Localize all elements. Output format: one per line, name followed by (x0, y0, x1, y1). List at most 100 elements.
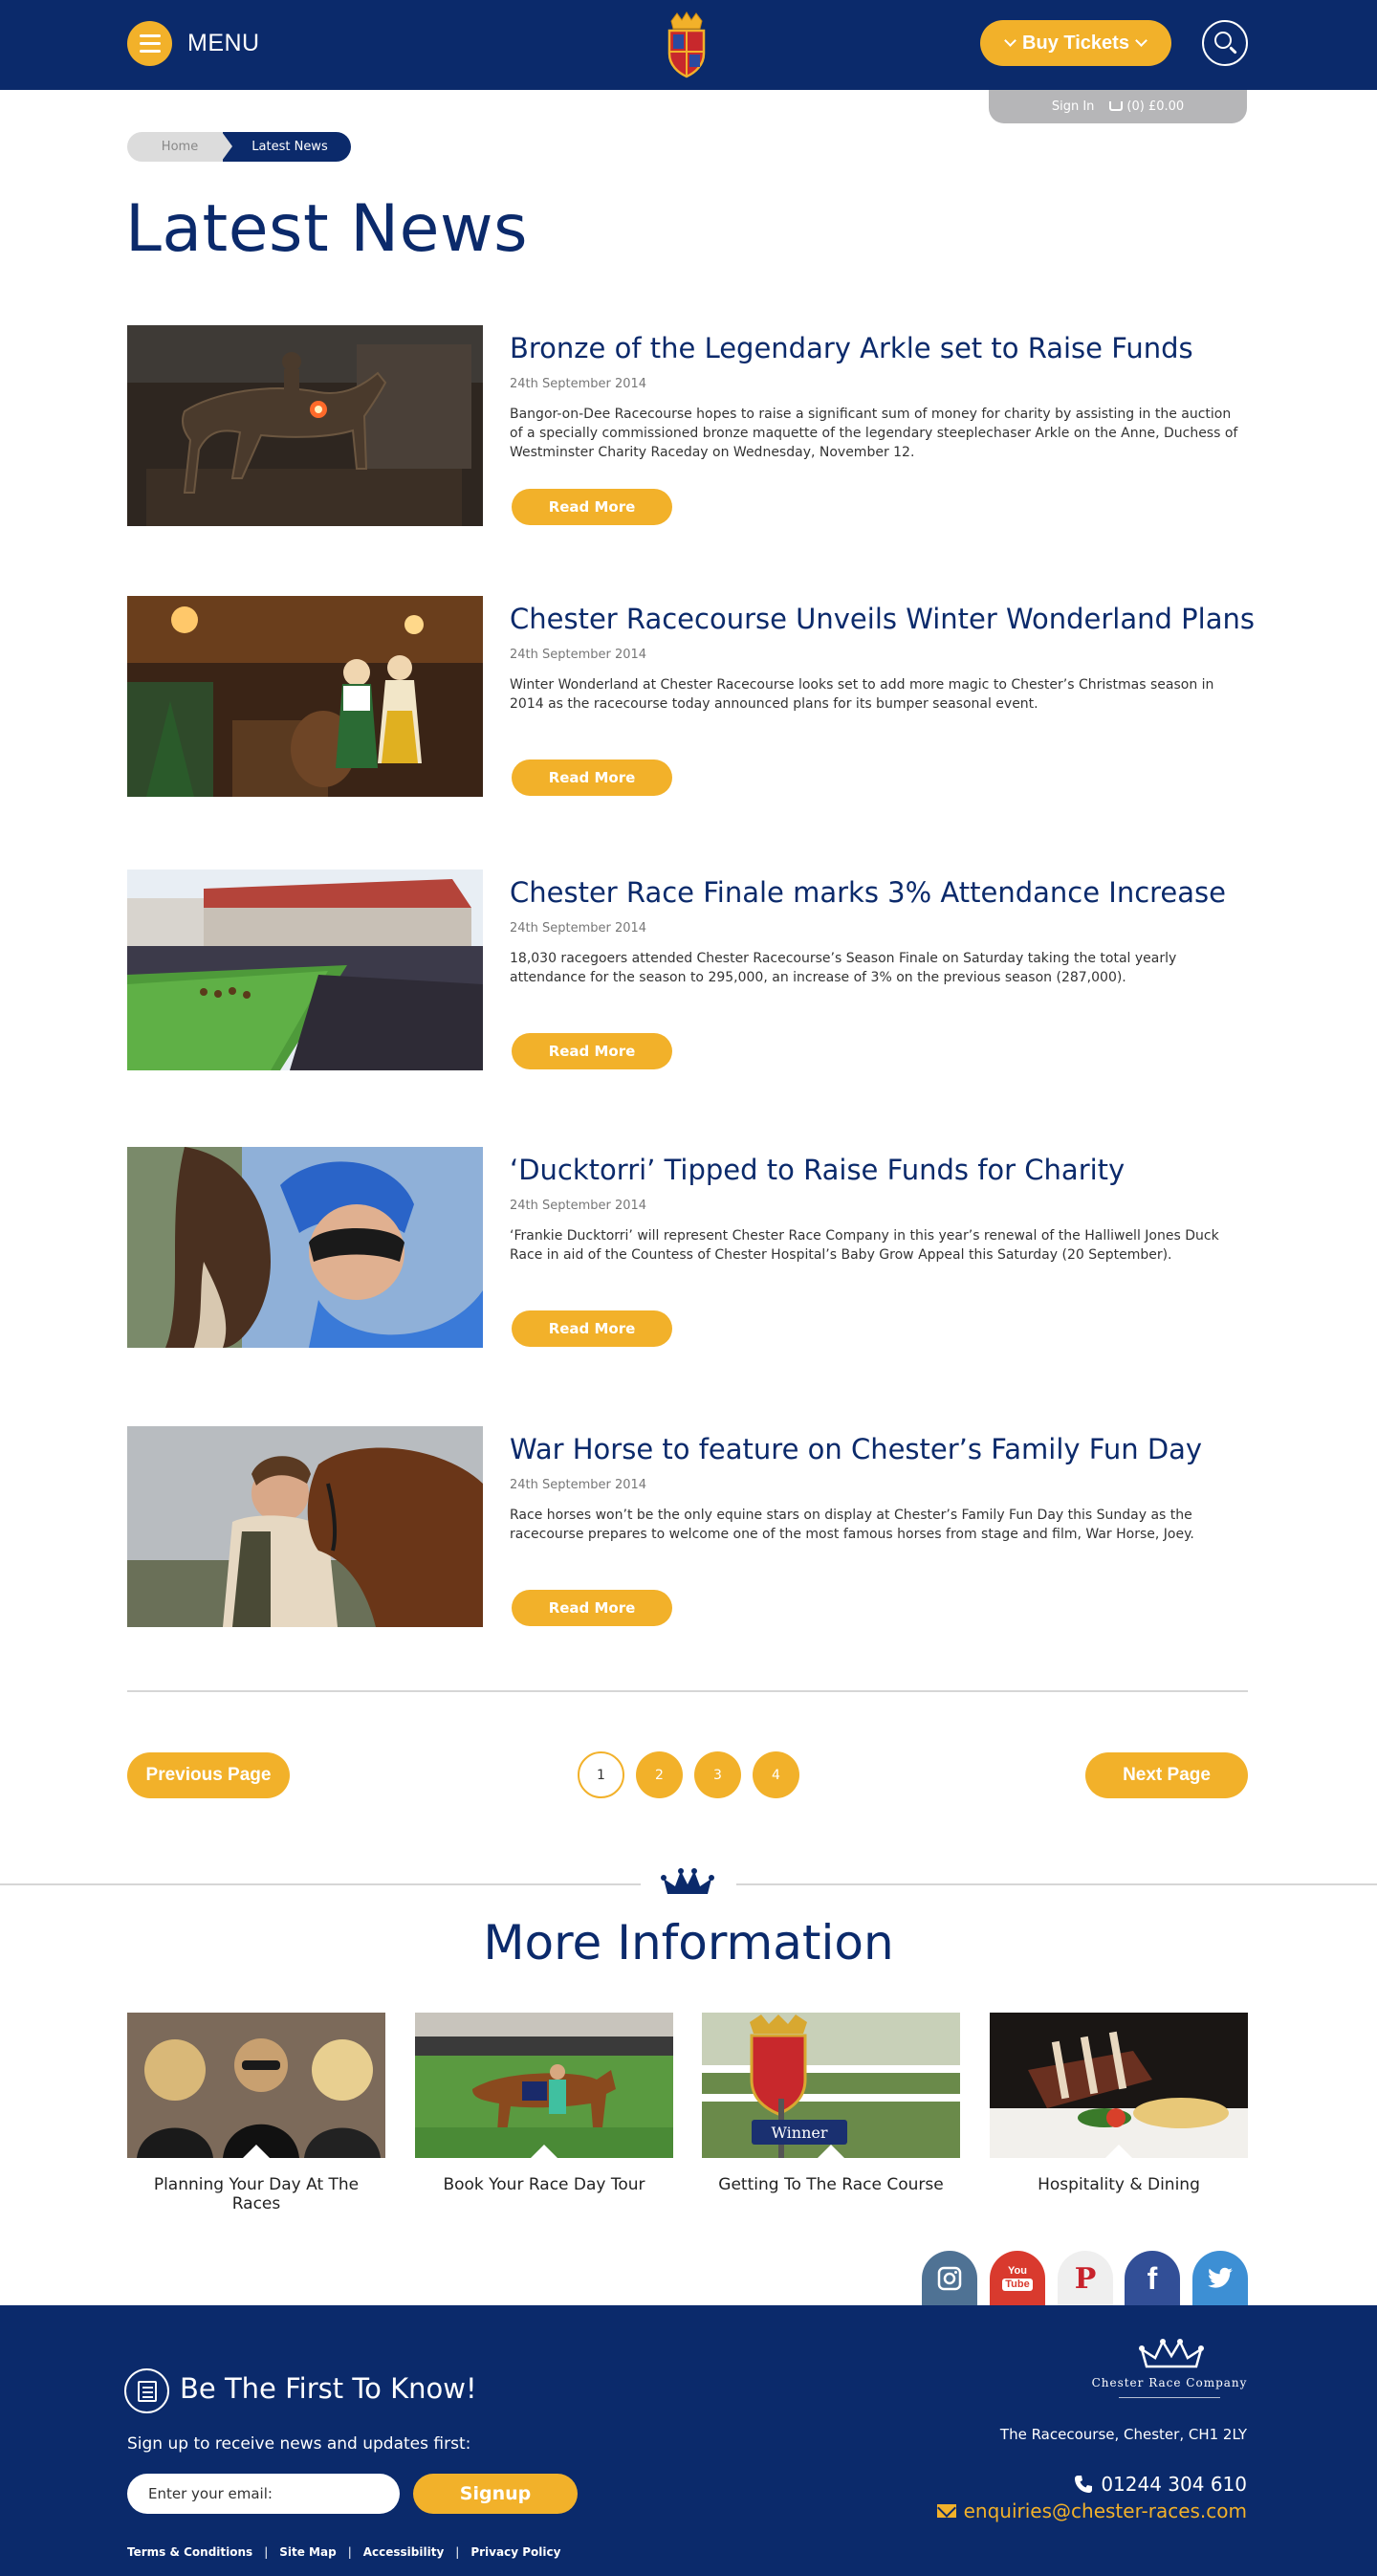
news-title[interactable]: Bronze of the Legendary Arkle set to Rai… (510, 331, 1248, 365)
footer-address: The Racecourse, Chester, CH1 2LY (999, 2426, 1247, 2443)
account-tab: Sign In (0) £0.00 (989, 90, 1247, 123)
next-page-button[interactable]: Next Page (1085, 1752, 1248, 1798)
more-info-label: Book Your Race Day Tour (443, 2175, 645, 2194)
page-number[interactable]: 2 (636, 1751, 683, 1798)
news-date: 24th September 2014 (510, 1478, 647, 1492)
more-info-card[interactable]: Planning Your Day At The Races (127, 2013, 385, 2213)
read-more-button[interactable]: Read More (512, 1310, 672, 1347)
twitter-icon (1208, 2267, 1233, 2288)
news-title[interactable]: Chester Race Finale marks 3% Attendance … (510, 875, 1248, 910)
news-excerpt: Bangor-on-Dee Racecourse hopes to raise … (510, 407, 1238, 460)
news-date: 24th September 2014 (510, 377, 647, 391)
news-item: ‘Ducktorri’ Tipped to Raise Funds for Ch… (127, 1147, 1248, 1348)
more-info-card[interactable]: Hospitality & Dining (990, 2013, 1248, 2194)
page-number[interactable]: 3 (694, 1751, 741, 1798)
menu-button[interactable]: MENU (127, 21, 260, 66)
news-excerpt: Winter Wonderland at Chester Racecourse … (510, 677, 1214, 712)
news-title[interactable]: ‘Ducktorri’ Tipped to Raise Funds for Ch… (510, 1153, 1248, 1187)
search-button[interactable] (1202, 20, 1248, 66)
signin-link[interactable]: Sign In (1052, 99, 1095, 114)
read-more-button[interactable]: Read More (512, 489, 672, 525)
cart-icon (1109, 101, 1124, 111)
read-more-button[interactable]: Read More (512, 1033, 672, 1069)
news-excerpt: 18,030 racegoers attended Chester Raceco… (510, 951, 1177, 985)
footer-phone[interactable]: 01244 304 610 (1074, 2473, 1247, 2496)
newsletter-signup-button[interactable]: Signup (413, 2474, 578, 2514)
footer-email[interactable]: enquiries@chester-races.com (936, 2499, 1247, 2522)
cart-summary: (0) £0.00 (1126, 99, 1185, 114)
logo-rule (1119, 2397, 1220, 2398)
news-item: Chester Racecourse Unveils Winter Wonder… (127, 596, 1255, 797)
more-info-label: Getting To The Race Course (718, 2175, 944, 2194)
news-image-race-finale[interactable] (127, 870, 483, 1070)
email-address: enquiries@chester-races.com (963, 2499, 1247, 2522)
news-image-ducktorri[interactable] (127, 1147, 483, 1348)
page-number[interactable]: 4 (753, 1751, 799, 1798)
instagram-icon (937, 2266, 962, 2291)
facebook-button[interactable]: f (1125, 2251, 1180, 2306)
news-excerpt: ‘Frankie Ducktorri’ will represent Chest… (510, 1228, 1219, 1263)
news-image-winter-wonderland[interactable] (127, 596, 483, 797)
previous-page-button[interactable]: Previous Page (127, 1752, 290, 1798)
hamburger-icon (127, 21, 172, 66)
youtube-icon-bottom: Tube (1002, 2279, 1033, 2291)
privacy-link[interactable]: Privacy Policy (470, 2545, 560, 2559)
newsletter-subtitle: Sign up to receive news and updates firs… (127, 2434, 471, 2454)
breadcrumb-home[interactable]: Home (127, 132, 223, 162)
news-excerpt: Race horses won’t be the only equine sta… (510, 1508, 1194, 1542)
accessibility-link[interactable]: Accessibility (363, 2545, 445, 2559)
news-title[interactable]: War Horse to feature on Chester’s Family… (510, 1432, 1248, 1466)
image-notch (531, 2145, 557, 2158)
news-title[interactable]: Chester Racecourse Unveils Winter Wonder… (510, 602, 1255, 636)
read-more-button[interactable]: Read More (512, 1590, 672, 1626)
more-info-image-hospitality (990, 2013, 1248, 2158)
crest-logo-icon[interactable] (664, 11, 710, 78)
section-divider (0, 1883, 641, 1885)
news-body: Chester Race Finale marks 3% Attendance … (510, 870, 1248, 987)
search-icon (1214, 32, 1232, 49)
menu-label: MENU (187, 30, 260, 56)
buy-tickets-button[interactable]: Buy Tickets (980, 20, 1171, 66)
divider (127, 1690, 1248, 1692)
page-number-current[interactable]: 1 (578, 1751, 624, 1798)
link-separator: | (347, 2545, 352, 2559)
more-info-title: More Information (483, 1915, 894, 1971)
news-image-arkle-bronze[interactable] (127, 325, 483, 526)
news-item: Bronze of the Legendary Arkle set to Rai… (127, 325, 1248, 526)
newsletter-title: Be The First To Know! (180, 2372, 477, 2405)
pinterest-button[interactable]: P (1058, 2251, 1113, 2306)
company-logo[interactable]: Chester Race Company (1090, 2338, 1249, 2405)
more-info-image-getting-there: Winner (702, 2013, 960, 2158)
read-more-button[interactable]: Read More (512, 760, 672, 796)
more-info-image-planning (127, 2013, 385, 2158)
buy-tickets-label: Buy Tickets (1022, 32, 1129, 54)
news-date: 24th September 2014 (510, 921, 647, 936)
phone-number: 01244 304 610 (1101, 2473, 1247, 2496)
sitemap-link[interactable]: Site Map (279, 2545, 336, 2559)
company-name: Chester Race Company (1091, 2376, 1248, 2389)
youtube-icon-top: You (1008, 2265, 1027, 2277)
newsletter-email-input[interactable] (127, 2474, 400, 2514)
more-info-label: Hospitality & Dining (1038, 2175, 1200, 2194)
pinterest-icon: P (1074, 2261, 1097, 2296)
crown-icon (1139, 2339, 1204, 2368)
news-image-war-horse[interactable] (127, 1426, 483, 1627)
breadcrumb: Home Latest News (127, 132, 351, 162)
crown-icon (661, 1868, 714, 1894)
page-numbers: 1 2 3 4 (578, 1751, 799, 1798)
more-info-image-tour (415, 2013, 673, 2158)
footer-links: Terms & Conditions | Site Map | Accessib… (127, 2545, 560, 2559)
more-info-card[interactable]: Winner Getting To The Race Course (702, 2013, 960, 2194)
youtube-button[interactable]: You Tube (990, 2251, 1045, 2306)
page-title: Latest News (125, 191, 529, 267)
link-separator: | (455, 2545, 460, 2559)
more-info-card[interactable]: Book Your Race Day Tour (415, 2013, 673, 2194)
news-date: 24th September 2014 (510, 648, 647, 662)
news-item: Chester Race Finale marks 3% Attendance … (127, 870, 1248, 1070)
site-header: MENU Buy Tickets (0, 0, 1377, 90)
chevron-down-icon (1135, 34, 1148, 47)
twitter-button[interactable] (1192, 2251, 1248, 2306)
instagram-button[interactable] (922, 2251, 977, 2306)
cart-link[interactable]: (0) £0.00 (1109, 99, 1184, 114)
terms-link[interactable]: Terms & Conditions (127, 2545, 252, 2559)
